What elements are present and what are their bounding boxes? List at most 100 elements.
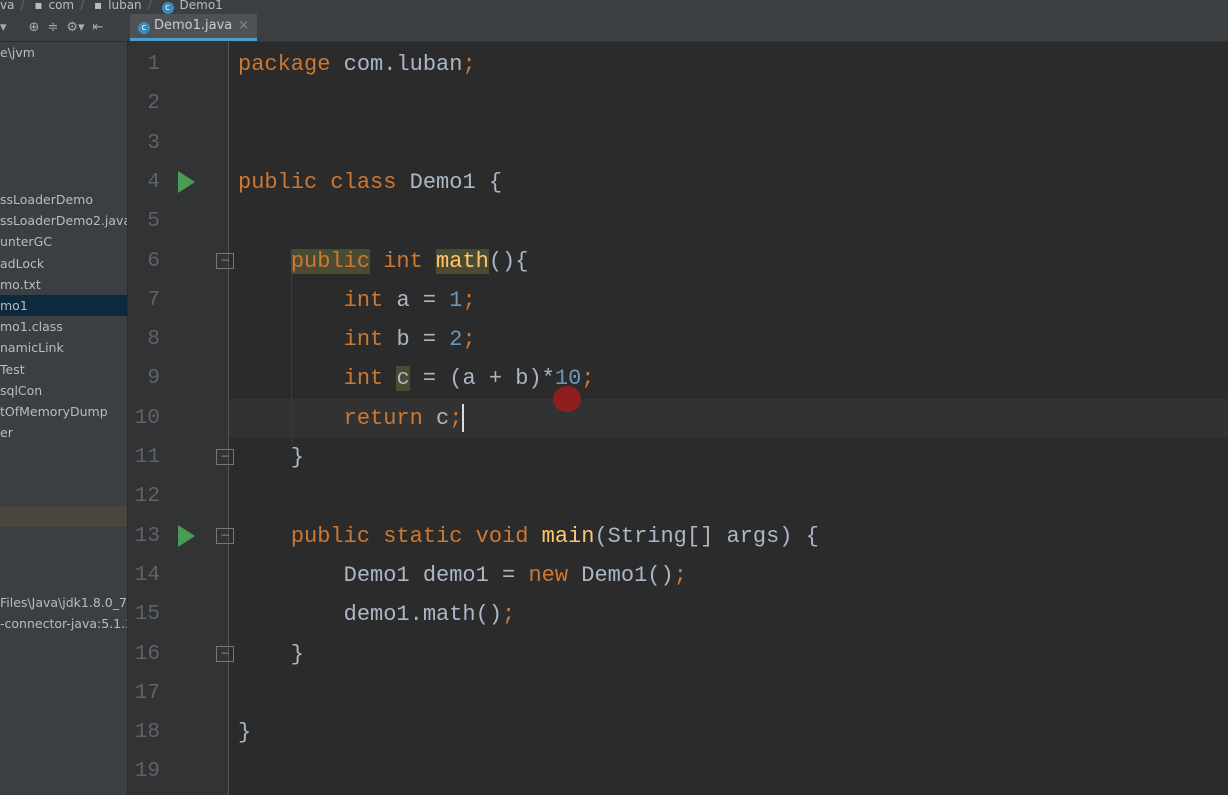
run-icon[interactable]	[178, 170, 195, 193]
fold-icon[interactable]: −	[216, 645, 234, 662]
code-token: 1	[449, 287, 463, 313]
code-line: 18}	[0, 713, 1228, 752]
line-number: 15	[134, 603, 160, 627]
folder-icon: ▪	[34, 0, 43, 12]
code-token: ;	[462, 327, 476, 353]
code-line: 14 Demo1 demo1 = new Demo1();	[0, 556, 1228, 595]
project-tree-item[interactable]: tOfMemoryDump	[0, 401, 127, 422]
code-line: 16 }	[0, 635, 1228, 674]
code-text[interactable]: package com.luban;	[238, 45, 476, 84]
code-token: int	[343, 327, 397, 353]
fold-icon[interactable]: −	[216, 449, 234, 465]
gear-icon[interactable]: ⚙▾	[66, 20, 84, 35]
code-line: 9 int c = (a + b)*10;	[0, 359, 1228, 398]
code-text[interactable]: int b = 2;	[238, 320, 476, 359]
line-number: 16	[134, 642, 160, 666]
code-line: 5	[0, 202, 1228, 241]
collapse-icon[interactable]: ≑	[47, 20, 58, 35]
code-text[interactable]: return c;	[238, 399, 465, 438]
code-token: a =	[396, 287, 450, 313]
line-number: 13	[134, 524, 160, 548]
folder-icon: ▪	[94, 0, 103, 12]
line-number: 17	[134, 681, 160, 705]
line-number: 6	[147, 249, 160, 273]
breadcrumb-separator: /	[80, 0, 85, 12]
code-token: }	[238, 445, 305, 470]
code-text[interactable]: public class Demo1 {	[238, 163, 502, 202]
tab-label: Demo1.java	[154, 18, 233, 33]
code-token: ;	[462, 287, 476, 313]
navigation-bar: va / ▪ com / ▪ luban / c Demo1	[0, 0, 1228, 14]
line-number: 4	[147, 170, 160, 194]
code-line: 17	[0, 674, 1228, 713]
code-text[interactable]: }	[238, 713, 251, 752]
code-token: math	[436, 248, 489, 274]
pin-icon[interactable]: ⇤	[93, 20, 104, 35]
code-token: c	[436, 405, 450, 431]
class-icon: c	[138, 22, 150, 34]
code-token: Demo1 demo1 =	[238, 562, 529, 588]
code-token: (String[] args) {	[594, 523, 819, 549]
breadcrumb-item[interactable]: va	[0, 0, 14, 12]
code-token: b =	[396, 327, 450, 353]
indent-guide	[291, 271, 292, 443]
code-token: main	[541, 523, 595, 549]
line-number: 19	[134, 760, 160, 784]
code-token: demo1.math()	[238, 602, 503, 628]
code-line: 15 demo1.math();	[0, 595, 1228, 634]
code-token: ;	[673, 562, 687, 588]
breadcrumb-item[interactable]: com	[48, 0, 74, 12]
tab-demo1-java[interactable]: c Demo1.java ×	[130, 14, 258, 41]
dropdown-icon[interactable]: ▾	[0, 20, 7, 35]
target-icon[interactable]: ⊕	[29, 20, 40, 35]
code-line: 19	[0, 752, 1228, 791]
line-number: 8	[147, 328, 160, 352]
code-line: 7 int a = 1;	[0, 281, 1228, 320]
fold-icon[interactable]: −	[216, 527, 234, 544]
code-text[interactable]: public static void main(String[] args) {	[238, 517, 819, 556]
breadcrumb-item[interactable]: Demo1	[180, 0, 223, 12]
line-number: 14	[134, 563, 160, 587]
code-line: 1 package com.luban;	[0, 45, 1228, 84]
code-token: = (a + b)*	[409, 366, 555, 392]
code-line: 11 }	[0, 438, 1228, 477]
code-token: Demo1 {	[409, 169, 503, 195]
code-token: package	[238, 52, 331, 77]
code-line: 2	[0, 84, 1228, 123]
code-token: Demo1()	[581, 562, 674, 588]
line-number: 7	[147, 288, 160, 312]
code-text[interactable]: }	[238, 438, 304, 477]
code-text[interactable]: }	[238, 635, 304, 674]
line-number: 2	[147, 92, 160, 116]
line-number: 11	[134, 446, 160, 469]
code-token: ;	[462, 52, 476, 77]
project-toolbar: ▾ ⊕ ≑ ⚙▾ ⇤	[0, 14, 128, 42]
code-token: int	[370, 248, 437, 274]
code-text[interactable]: public int math(){	[238, 242, 528, 281]
line-number: 10	[134, 406, 160, 430]
line-number: 9	[147, 367, 160, 391]
code-token: public class	[238, 169, 410, 195]
code-token: public	[290, 248, 371, 274]
code-line: 8 int b = 2;	[0, 320, 1228, 359]
code-token: return	[343, 405, 437, 431]
breadcrumb-item[interactable]: luban	[108, 0, 142, 12]
code-token: ;	[581, 366, 595, 392]
code-text[interactable]: Demo1 demo1 = new Demo1();	[238, 556, 687, 595]
code-token: int	[343, 366, 397, 392]
line-number: 1	[147, 53, 160, 76]
close-icon[interactable]: ×	[238, 18, 249, 33]
code-token: ;	[502, 602, 516, 628]
fold-icon[interactable]: −	[216, 252, 234, 269]
code-line: 12	[0, 477, 1228, 516]
code-token: c	[396, 366, 410, 392]
code-text[interactable]: demo1.math();	[238, 595, 516, 634]
run-icon[interactable]	[178, 524, 195, 547]
text-caret	[462, 403, 465, 432]
line-number: 5	[147, 210, 160, 234]
line-number: 12	[134, 485, 160, 509]
code-token: 2	[449, 327, 463, 353]
code-text[interactable]: int a = 1;	[238, 281, 476, 320]
